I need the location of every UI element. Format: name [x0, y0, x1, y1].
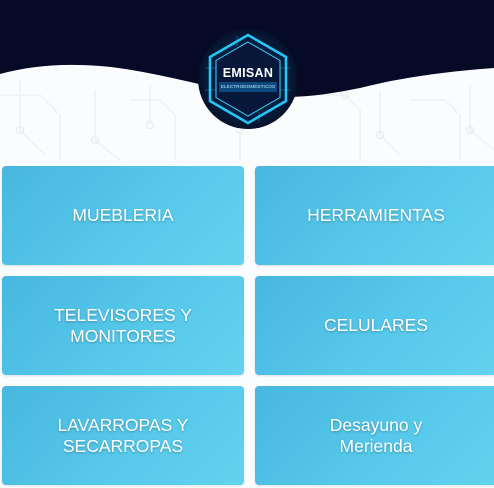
- category-label: MUEBLERIA: [72, 205, 174, 225]
- category-label: TELEVISORES Y MONITORES: [54, 304, 192, 346]
- brand-logo[interactable]: EMISAN ELECTRODOMÉSTICOS: [197, 28, 299, 130]
- category-card-celulares[interactable]: CELULARES: [255, 276, 494, 375]
- category-card-muebleria[interactable]: MUEBLERIA: [2, 166, 244, 265]
- category-label: CELULARES: [323, 315, 429, 335]
- category-label: Desayuno y Merienda: [329, 414, 423, 456]
- category-card-lavarropas-secarropas[interactable]: LAVARROPAS Y SECARROPAS: [2, 386, 244, 485]
- category-label: HERRAMIENTAS: [307, 205, 445, 225]
- category-label: LAVARROPAS Y SECARROPAS: [57, 414, 189, 456]
- category-card-televisores-monitores[interactable]: TELEVISORES Y MONITORES: [2, 276, 244, 375]
- category-card-herramientas[interactable]: HERRAMIENTAS: [255, 166, 494, 265]
- brand-name: EMISAN: [222, 66, 274, 80]
- category-card-desayuno-merienda[interactable]: Desayuno y Merienda: [255, 386, 494, 485]
- page: EMISAN ELECTRODOMÉSTICOS MUEBLERIA HERRA…: [0, 0, 494, 488]
- brand-tagline: ELECTRODOMÉSTICOS: [220, 84, 276, 89]
